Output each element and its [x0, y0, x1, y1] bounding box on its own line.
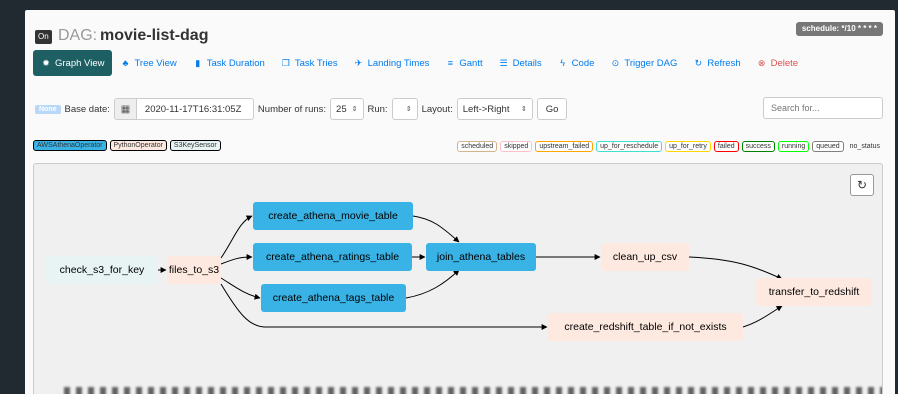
edge-files-movie [220, 215, 253, 259]
dag-on-off-toggle[interactable]: On [35, 30, 52, 44]
plane-icon: ✈ [354, 57, 363, 68]
remove-circle-icon: ⊗ [757, 57, 766, 68]
edge-files-ratings [220, 254, 253, 265]
nav-label: Details [512, 57, 542, 69]
refresh-icon: ↻ [694, 57, 703, 68]
number-of-runs-value: 25 [336, 103, 347, 115]
select-arrows-icon: ⇕ [405, 106, 412, 113]
edge-movie-join [412, 215, 460, 243]
schedule-badge: schedule: */10 * * * * [795, 22, 883, 36]
run-select[interactable]: ⇕ [391, 98, 418, 120]
nav-label: Trigger DAG [624, 57, 678, 69]
list-icon: ☰ [499, 57, 508, 68]
dag-graph: ↻ check_s3_for_key files_to_s3 create_at… [33, 163, 883, 394]
nav-trigger-dag[interactable]: ⊙ Trigger DAG [602, 50, 685, 76]
edge-tags-join [405, 269, 460, 299]
nav-label: Task Duration [206, 57, 265, 69]
nav-label: Tree View [134, 57, 177, 69]
nav-task-tries[interactable]: ❐ Task Tries [273, 50, 346, 76]
cut-off-content [64, 387, 882, 394]
base-date-label: Base date: [64, 103, 110, 115]
nav-gantt[interactable]: ≡ Gantt [437, 50, 490, 76]
operator-legend-item[interactable]: S3KeySensor [169, 140, 221, 151]
status-legend-item[interactable]: no_status [847, 142, 883, 151]
nav-code[interactable]: ϟ Code [550, 50, 603, 76]
none-state-badge: None [35, 104, 61, 114]
task-node-files-to-s3[interactable]: files_to_s3 [167, 256, 221, 284]
duplicate-icon: ❐ [281, 57, 290, 68]
task-node-clean-up-csv[interactable]: clean_up_csv [601, 243, 689, 271]
layout-select[interactable]: Left->Right ⇕ [456, 98, 533, 120]
task-node-create-athena-tags-table[interactable]: create_athena_tags_table [261, 284, 406, 312]
select-arrows-icon: ⇕ [520, 106, 527, 113]
status-legend-item[interactable]: up_for_reschedule [596, 141, 663, 152]
number-of-runs-label: Number of runs: [257, 103, 327, 115]
nav-label: Delete [770, 57, 799, 69]
dag-title: movie-list-dag [100, 27, 209, 44]
tree-icon: ♣ [122, 58, 129, 68]
edge-files-tags [220, 277, 261, 300]
operator-legend: AWSAthenaOperator PythonOperator S3KeySens… [33, 140, 221, 151]
task-node-check-s3-for-key[interactable]: check_s3_for_key [46, 256, 158, 284]
nav-task-duration[interactable]: ▮ Task Duration [185, 50, 273, 76]
dag-title-prefix: DAG: [58, 27, 98, 44]
go-button[interactable]: Go [536, 98, 568, 120]
number-of-runs-select[interactable]: 25 ⇕ [330, 98, 364, 120]
status-legend-item[interactable]: success [741, 141, 775, 152]
status-legend-item[interactable]: scheduled [457, 141, 498, 152]
operator-legend-item[interactable]: AWSAthenaOperator [33, 140, 107, 151]
search-input[interactable] [763, 97, 883, 119]
nav-label: Graph View [55, 57, 105, 69]
nav-label: Gantt [459, 57, 483, 69]
nav-graph-view[interactable]: ✹ Graph View [33, 50, 113, 76]
status-legend-item[interactable]: upstream_failed [535, 141, 594, 152]
calendar-icon[interactable]: ▦ [113, 98, 136, 120]
nav-refresh[interactable]: ↻ Refresh [685, 50, 748, 76]
nav-label: Landing Times [367, 57, 430, 69]
task-node-create-athena-ratings-table[interactable]: create_athena_ratings_table [253, 243, 412, 271]
task-node-join-athena-tables[interactable]: join_athena_tables [426, 243, 536, 271]
nav-tree-view[interactable]: ♣ Tree View [112, 50, 184, 76]
select-arrows-icon: ⇕ [351, 106, 358, 113]
operator-legend-item[interactable]: PythonOperator [109, 140, 167, 151]
layout-label: Layout: [421, 103, 453, 115]
edge-clean-transfer [688, 256, 783, 280]
nav-details[interactable]: ☰ Details [491, 50, 550, 76]
status-legend-item[interactable]: up_for_retry [665, 141, 711, 152]
nav-delete[interactable]: ⊗ Delete [749, 50, 806, 76]
task-node-create-athena-movie-table[interactable]: create_athena_movie_table [253, 202, 413, 230]
layout-value: Left->Right [462, 103, 510, 115]
task-node-create-redshift-table-if-not-exists[interactable]: create_redshift_table_if_not_exists [548, 313, 743, 341]
dag-page: On DAG: movie-list-dag schedule: */10 * … [25, 10, 895, 394]
nav-label: Code [571, 57, 595, 69]
nav-landing-times[interactable]: ✈ Landing Times [346, 50, 438, 76]
status-legend-item[interactable]: running [777, 141, 810, 152]
nav-label: Task Tries [294, 57, 338, 69]
edge-redshift-transfer [742, 305, 783, 328]
dag-nav: ✹ Graph View ♣ Tree View ▮ Task Duration ❐ Task… [33, 50, 806, 76]
graph-filter-form: None Base date: ▦ 2020-11-17T16:31:05Z N… [35, 98, 568, 120]
bar-chart-icon: ▮ [195, 57, 201, 68]
base-date-input[interactable]: 2020-11-17T16:31:05Z [135, 98, 254, 120]
play-circle-icon: ⊙ [611, 57, 620, 68]
gear-icon: ✹ [42, 57, 50, 68]
task-node-transfer-to-redshift[interactable]: transfer_to_redshift [756, 278, 872, 306]
run-label: Run: [367, 103, 388, 115]
status-legend-item[interactable]: failed [713, 141, 739, 152]
status-legend-item[interactable]: queued [812, 141, 844, 152]
status-legend-item[interactable]: skipped [500, 141, 533, 152]
flash-icon: ϟ [560, 58, 566, 68]
align-left-icon: ≡ [447, 58, 453, 68]
status-legend: scheduled skipped upstream_failed up_for_re… [457, 141, 883, 152]
nav-label: Refresh [707, 57, 741, 69]
